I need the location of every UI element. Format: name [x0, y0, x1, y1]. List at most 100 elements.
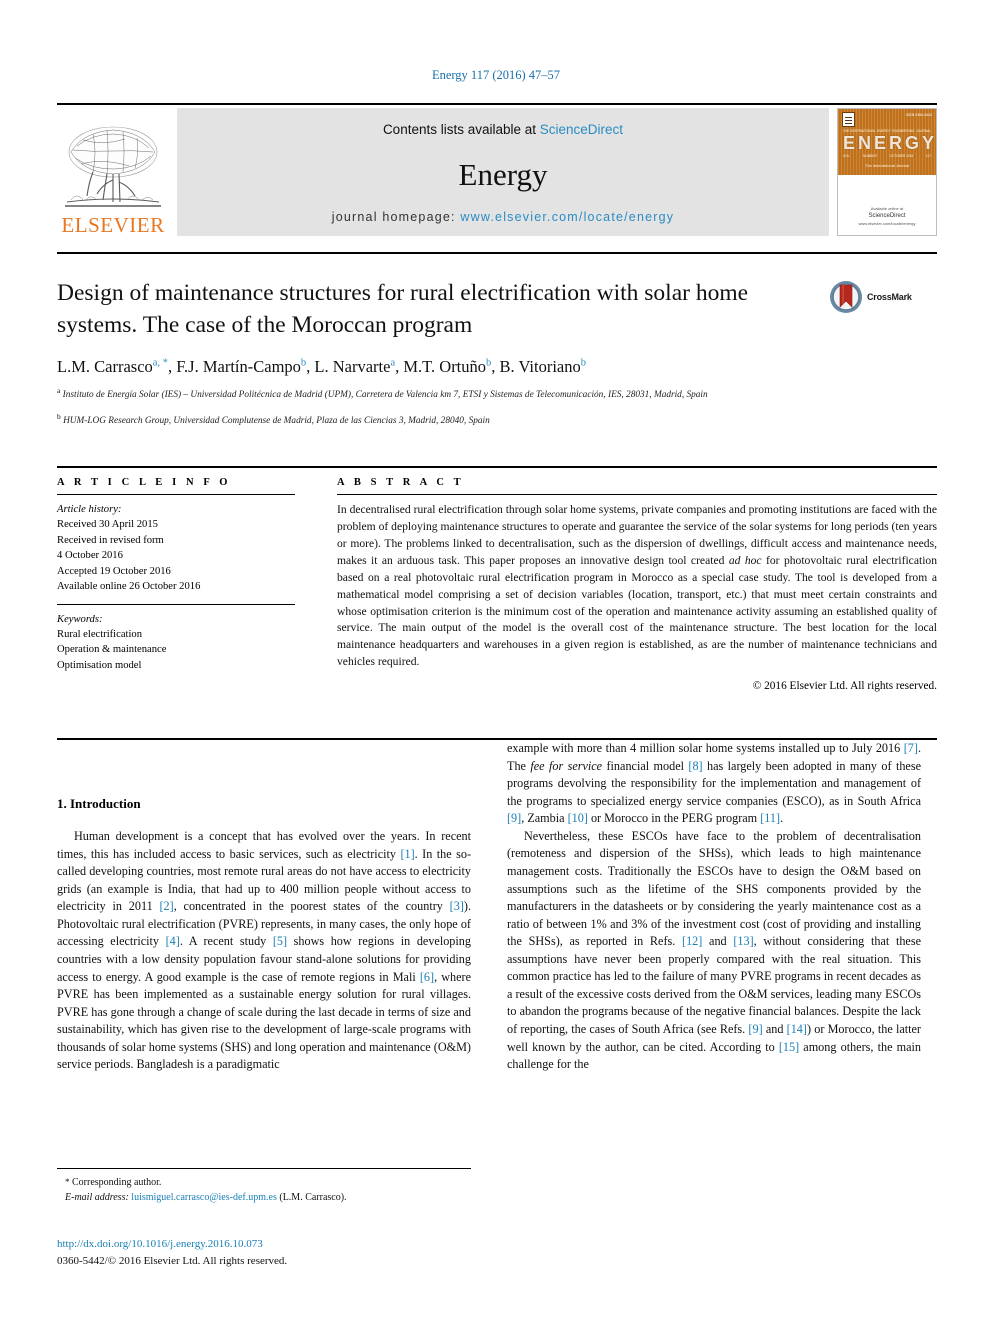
journal-masthead: ELSEVIER Contents lists available at Sci… — [57, 103, 937, 236]
text-run: . — [780, 811, 784, 826]
body-column-right: example with more than 4 million solar h… — [489, 740, 921, 1300]
citation-ref[interactable]: [8] — [688, 759, 702, 773]
intro-paragraph-left: Human development is a concept that has … — [57, 828, 471, 1074]
cover-publisher-url: www.elsevier.com/locate/energy — [858, 221, 916, 226]
journal-title: Energy — [458, 157, 548, 192]
footnote-block: * Corresponding author. E-mail address: … — [57, 1168, 471, 1205]
author-list: L.M. Carrascoa, *, F.J. Martín-Campob, L… — [57, 356, 937, 377]
article-info-heading: A R T I C L E I N F O — [57, 477, 232, 488]
email-link[interactable]: luismiguel.carrasco@ies-def.upm.es — [131, 1192, 277, 1203]
doi-link[interactable]: http://dx.doi.org/10.1016/j.energy.2016.… — [57, 1236, 487, 1253]
email-owner: (L.M. Carrasco). — [279, 1192, 347, 1203]
affiliation-b: b HUM-LOG Research Group, Universidad Co… — [57, 412, 937, 428]
author-mark: b — [580, 357, 586, 369]
sciencedirect-link[interactable]: ScienceDirect — [540, 122, 623, 137]
citation-ref[interactable]: [2] — [159, 899, 173, 913]
cover-publisher-block: Available online at ScienceDirect www.el… — [838, 206, 936, 227]
citation-ref[interactable]: [10] — [568, 811, 588, 825]
asterisk-icon: * — [65, 1177, 70, 1187]
abstract-italic: ad hoc — [728, 553, 762, 567]
title-block: Design of maintenance structures for rur… — [57, 252, 937, 428]
italic-term: fee for service — [530, 758, 603, 773]
keyword-item: Operation & maintenance — [57, 644, 167, 656]
body-column-left: 1. Introduction Human development is a c… — [57, 740, 489, 1300]
citation-ref[interactable]: [7] — [904, 741, 918, 755]
cover-subtitle: The International Journal — [864, 163, 910, 168]
cover-issn: ISSN 0360-5442 — [906, 113, 932, 117]
affiliation-mark: a — [57, 386, 61, 396]
citation-ref[interactable]: [14] — [787, 1022, 807, 1036]
article-info-rule — [57, 494, 295, 495]
history-line: Accepted 19 October 2016 — [57, 565, 171, 577]
text-run: and — [762, 1022, 787, 1036]
cover-bottom-row: VOL. NUMBER OCTOBER 2016 117 — [843, 154, 931, 158]
page-title: Design of maintenance structures for rur… — [57, 280, 749, 338]
cover-bottom-word-1: VOL. — [843, 154, 851, 158]
text-run: Nevertheless, these ESCOs have face to t… — [507, 828, 921, 949]
citation-ref[interactable]: [11] — [760, 811, 780, 825]
citation-ref[interactable]: [5] — [273, 934, 287, 948]
abstract-heading: A B S T R A C T — [337, 477, 465, 488]
citation-ref[interactable]: [4] — [166, 934, 180, 948]
text-run: , where PVRE has been implemented as a s… — [57, 969, 471, 1072]
doi-block: http://dx.doi.org/10.1016/j.energy.2016.… — [57, 1236, 487, 1269]
corresponding-author-text: Corresponding author. — [72, 1177, 162, 1188]
text-run: . A recent study — [179, 934, 273, 949]
text-run: example with more than 4 million solar h… — [507, 741, 904, 755]
keywords-block: Keywords: Rural electrification Operatio… — [57, 603, 295, 674]
author-item: L.M. Carrascoa, * — [57, 357, 168, 376]
cover-corner-mark — [842, 112, 855, 127]
citation-ref[interactable]: [9] — [507, 811, 521, 825]
crossmark-label: CrossMark — [867, 292, 912, 302]
author-name: L. Narvarte — [314, 356, 391, 376]
author-sep: , — [491, 356, 500, 376]
author-item: L. Narvartea — [314, 357, 395, 376]
contents-prefix: Contents lists available at — [382, 122, 540, 137]
citation-ref[interactable]: [15] — [779, 1040, 799, 1054]
crossmark-icon — [830, 281, 862, 313]
corresponding-author-line: * Corresponding author. — [57, 1175, 471, 1190]
author-mark: a, * — [152, 357, 168, 369]
text-run: , Zambia — [521, 811, 568, 826]
abstract-copyright: © 2016 Elsevier Ltd. All rights reserved… — [752, 680, 937, 693]
history-line: Available online 26 October 2016 — [57, 581, 201, 593]
contents-available-line: Contents lists available at ScienceDirec… — [383, 122, 623, 137]
text-run: or Morocco in the PERG program — [587, 811, 761, 826]
intro-paragraph-right-1: example with more than 4 million solar h… — [507, 740, 921, 828]
crossmark-badge[interactable]: CrossMark — [829, 278, 937, 314]
author-name: M.T. Ortuño — [403, 356, 487, 376]
affiliation-text: Instituto de Energía Solar (IES) – Unive… — [62, 390, 708, 401]
citation-ref[interactable]: [12] — [682, 934, 702, 948]
author-item: F.J. Martín-Campob — [176, 357, 306, 376]
text-run: financial model — [602, 758, 689, 773]
citation-ref[interactable]: [13] — [733, 934, 753, 948]
homepage-prefix: journal homepage: — [331, 210, 461, 224]
author-item: M.T. Ortuñob — [403, 357, 491, 376]
author-item: B. Vitorianob — [500, 357, 586, 376]
cover-bottom-word-4: 117 — [925, 154, 931, 158]
journal-homepage-line: journal homepage: www.elsevier.com/locat… — [332, 210, 674, 224]
abstract-text: In decentralised rural electrification t… — [337, 502, 937, 671]
elsevier-logo: ELSEVIER — [57, 108, 169, 236]
history-line: Received 30 April 2015 — [57, 519, 158, 531]
cover-bottom-panel: Available online at ScienceDirect www.el… — [838, 175, 936, 235]
article-history-label: Article history: — [57, 504, 122, 515]
abstract-rule — [337, 494, 937, 495]
journal-cover-thumbnail: ISSN 0360-5442 THE INTERNATIONAL ENERGY … — [837, 108, 937, 236]
text-run: and — [702, 934, 734, 949]
running-head: Energy 117 (2016) 47–57 — [431, 68, 561, 82]
citation-ref[interactable]: [6] — [420, 970, 434, 984]
issn-copyright: 0360-5442/© 2016 Elsevier Ltd. All right… — [57, 1254, 288, 1267]
citation-ref[interactable]: [1] — [400, 847, 414, 861]
author-name: L.M. Carrasco — [57, 356, 153, 376]
text-run: , concentrated in the poorest states of … — [173, 899, 450, 914]
affiliation-text: HUM-LOG Research Group, Universidad Comp… — [63, 415, 490, 426]
citation-ref[interactable]: [9] — [748, 1022, 762, 1036]
affiliation-a: a Instituto de Energía Solar (IES) – Uni… — [57, 386, 937, 402]
history-line: 4 October 2016 — [57, 550, 123, 562]
citation-ref[interactable]: [3] — [450, 899, 464, 913]
homepage-link[interactable]: www.elsevier.com/locate/energy — [460, 210, 674, 224]
journal-band: Contents lists available at ScienceDirec… — [177, 108, 829, 236]
text-run: , without considering that these assumpt… — [507, 934, 921, 1036]
paper-page: Energy 117 (2016) 47–57 ELSEVIER Content… — [0, 0, 992, 1323]
